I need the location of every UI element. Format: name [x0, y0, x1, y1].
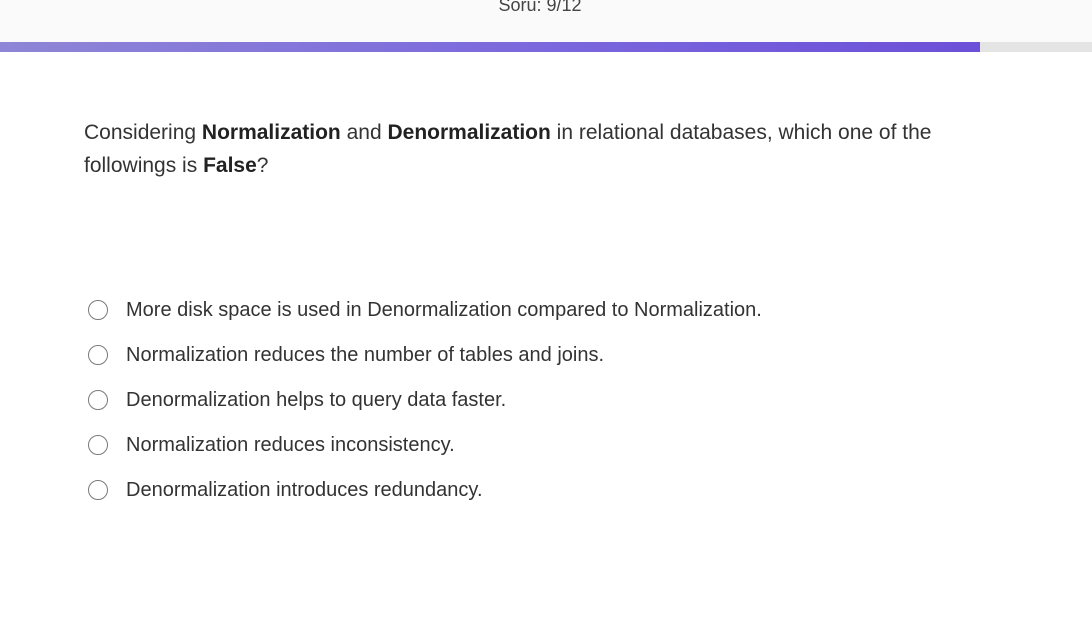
answer-option[interactable]: Denormalization helps to query data fast…: [88, 377, 762, 422]
question-keyword-denormalization: Denormalization: [387, 121, 551, 144]
radio-button[interactable]: [88, 389, 108, 410]
answer-options: More disk space is used in Denormalizati…: [88, 287, 762, 512]
progress-bar: [0, 42, 1092, 52]
quiz-header: Soru: 9/12: [0, 0, 1092, 42]
question-text-part: Considering: [84, 121, 202, 144]
answer-option-label: Normalization reduces inconsistency.: [126, 433, 455, 456]
radio-button[interactable]: [88, 479, 108, 500]
answer-option-label: Denormalization introduces redundancy.: [126, 478, 483, 501]
question-text: Considering Normalization and Denormaliz…: [84, 116, 984, 182]
radio-button[interactable]: [88, 434, 108, 455]
answer-option-label: Normalization reduces the number of tabl…: [126, 343, 605, 366]
radio-button[interactable]: [88, 299, 108, 320]
question-keyword-normalization: Normalization: [201, 121, 341, 144]
answer-option[interactable]: Denormalization introduces redundancy.: [88, 467, 762, 512]
question-text-part: ?: [256, 154, 269, 177]
answer-option[interactable]: More disk space is used in Denormalizati…: [88, 287, 762, 332]
progress-bar-fill: [0, 42, 980, 52]
answer-option[interactable]: Normalization reduces inconsistency.: [88, 422, 762, 467]
question-counter: Soru: 9/12: [498, 0, 582, 15]
answer-option-label: Denormalization helps to query data fast…: [126, 388, 507, 411]
radio-button[interactable]: [88, 344, 108, 365]
question-text-part: and: [340, 121, 388, 144]
answer-option[interactable]: Normalization reduces the number of tabl…: [88, 332, 762, 377]
answer-option-label: More disk space is used in Denormalizati…: [126, 298, 762, 321]
question-keyword-false: False: [203, 154, 257, 177]
